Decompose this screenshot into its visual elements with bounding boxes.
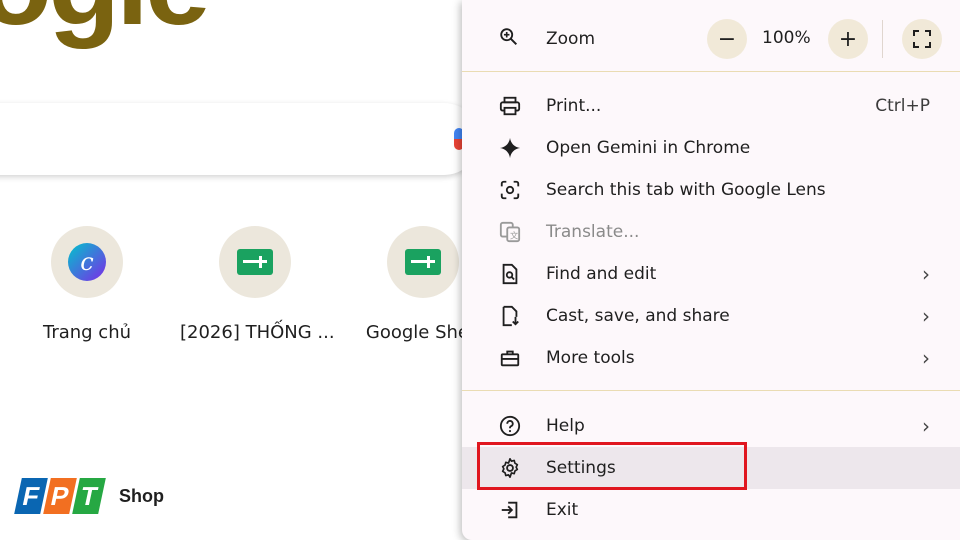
menu-item-google-lens[interactable]: Search this tab with Google Lens <box>462 169 960 211</box>
menu-item-exit[interactable]: Exit <box>462 489 960 531</box>
chevron-right-icon: › <box>922 304 930 328</box>
menu-item-open-gemini[interactable]: Open Gemini in Chrome <box>462 127 960 169</box>
gemini-sparkle-icon <box>498 136 522 160</box>
toolbox-icon <box>498 346 522 370</box>
google-lens-icon <box>498 178 522 202</box>
fullscreen-button[interactable] <box>902 19 942 59</box>
zoom-in-button[interactable]: + <box>828 19 868 59</box>
svg-text:文: 文 <box>510 230 518 240</box>
zoom-label: Zoom <box>546 29 596 49</box>
chevron-right-icon: › <box>922 262 930 286</box>
search-box[interactable] <box>0 103 480 175</box>
zoom-level: 100% <box>762 28 811 48</box>
exit-icon <box>498 498 522 522</box>
google-sheets-icon <box>405 249 441 275</box>
menu-item-label: Exit <box>546 500 579 520</box>
zoom-icon <box>498 26 520 52</box>
shortcut-tile[interactable]: c Trang chủ <box>12 226 162 343</box>
fpt-shop-logo: F P T Shop <box>14 478 164 514</box>
menu-item-more-tools[interactable]: More tools › <box>462 337 960 379</box>
menu-item-label: Cast, save, and share <box>546 306 730 326</box>
fpt-shop-text: Shop <box>119 485 164 506</box>
menu-separator <box>462 71 960 72</box>
shortcut-icon-circle <box>219 226 291 298</box>
printer-icon <box>498 94 522 118</box>
chevron-right-icon: › <box>922 346 930 370</box>
menu-item-label: Help <box>546 416 585 436</box>
canva-icon: c <box>68 243 106 281</box>
fpt-letter-f: F <box>14 478 48 514</box>
google-sheets-icon <box>237 249 273 275</box>
shortcut-icon-circle: c <box>51 226 123 298</box>
chevron-right-icon: › <box>922 414 930 438</box>
menu-item-translate: 文 Translate... <box>462 211 960 253</box>
menu-item-cast-save-share[interactable]: Cast, save, and share › <box>462 295 960 337</box>
shortcut-icon-circle <box>387 226 459 298</box>
zoom-out-button[interactable]: − <box>707 19 747 59</box>
menu-item-label: Translate... <box>546 222 640 242</box>
shortcut-label: [2026] THỐNG ... <box>180 322 335 343</box>
fpt-letter-t: T <box>72 478 106 514</box>
settings-highlight-box <box>477 442 747 490</box>
zoom-divider <box>882 20 883 58</box>
menu-item-label: Print... <box>546 96 602 116</box>
menu-item-label: Open Gemini in Chrome <box>546 138 751 158</box>
file-save-icon <box>498 304 522 328</box>
menu-item-help[interactable]: Help › <box>462 405 960 447</box>
fpt-letter-p: P <box>43 478 77 514</box>
zoom-row: Zoom − 100% + <box>462 6 960 70</box>
shortcut-label: Trang chủ <box>42 322 132 343</box>
google-logo: ogle <box>0 0 211 43</box>
menu-separator <box>462 390 960 391</box>
menu-item-print[interactable]: Print... Ctrl+P <box>462 85 960 127</box>
fullscreen-icon <box>913 30 931 48</box>
find-page-icon <box>498 262 522 286</box>
shortcut-tile[interactable]: [2026] THỐNG ... <box>180 226 335 343</box>
shortcut-text: Ctrl+P <box>875 96 930 116</box>
help-icon <box>498 414 522 438</box>
menu-item-find-and-edit[interactable]: Find and edit › <box>462 253 960 295</box>
translate-icon: 文 <box>498 220 522 244</box>
menu-item-label: Search this tab with Google Lens <box>546 180 826 200</box>
menu-item-label: Find and edit <box>546 264 657 284</box>
menu-item-label: More tools <box>546 348 635 368</box>
